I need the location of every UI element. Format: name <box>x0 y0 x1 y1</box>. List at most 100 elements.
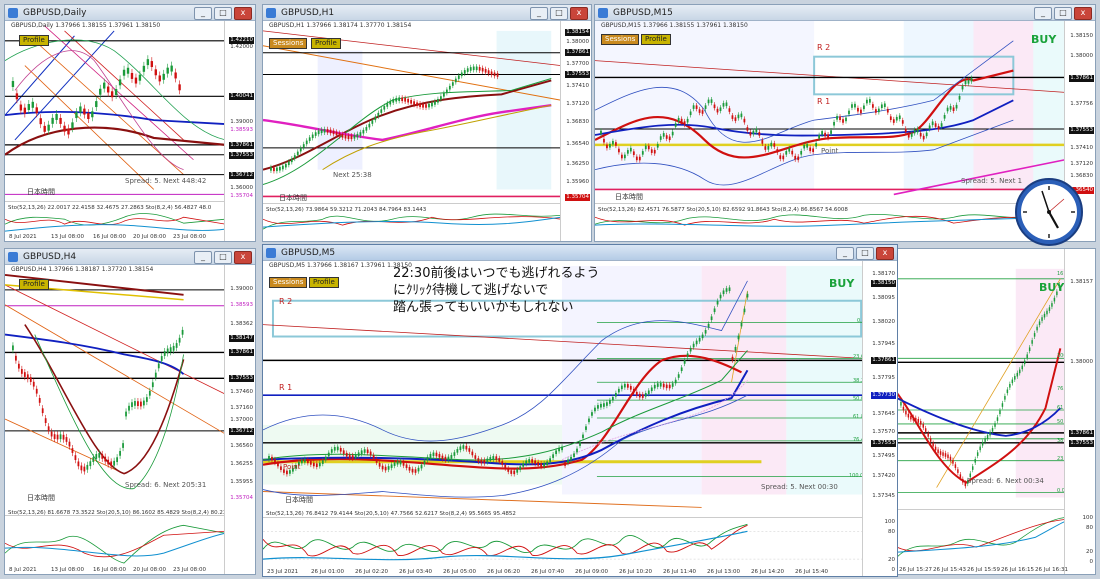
minimize-button[interactable]: _ <box>836 247 854 260</box>
price-axis[interactable]: 1.38170 1.38150 1.38095 1.38020 1.37945 … <box>862 261 897 576</box>
candle-body <box>95 454 98 459</box>
close-button[interactable]: x <box>876 247 894 260</box>
candle-body <box>740 113 743 118</box>
candle-body <box>128 405 130 411</box>
chart-canvas[interactable]: GBPUSD,Daily 1.37966 1.38155 1.37961 1.3… <box>5 21 255 241</box>
candle-body <box>312 462 315 467</box>
candle-body <box>991 428 994 432</box>
candle-body <box>12 345 14 351</box>
candle-body <box>722 103 725 107</box>
candle-body <box>134 401 136 406</box>
price-axis[interactable]: 1.38154 1.38000 1.37861 1.37700 1.37553 … <box>560 21 591 241</box>
price-axis[interactable]: 1.38157 1.38000 1.37861 1.37553 100 80 2… <box>1064 249 1095 574</box>
maximize-button[interactable]: □ <box>1054 7 1072 20</box>
candle-body <box>737 114 740 119</box>
minimize-button[interactable]: _ <box>194 7 212 20</box>
candle-body <box>359 132 362 136</box>
candle-body <box>800 150 803 155</box>
chart-window-m1[interactable]: BUY 161.8 100.0 76.4 61.8 50.0 38.2 23.6… <box>896 248 1096 575</box>
candle-body <box>342 450 345 454</box>
candle-body <box>137 401 139 407</box>
close-button[interactable]: x <box>234 7 252 20</box>
candle-body <box>984 438 986 442</box>
window-titlebar[interactable]: GBPUSD,M5 _ □ x <box>263 245 897 261</box>
candle-body <box>71 122 74 129</box>
maximize-button[interactable]: □ <box>214 251 232 264</box>
candle-body <box>148 390 151 396</box>
candle-body <box>528 459 531 463</box>
profile-tag[interactable]: Profile <box>19 279 49 290</box>
minimize-button[interactable]: _ <box>194 251 212 264</box>
candle-body <box>395 97 398 102</box>
minimize-button[interactable]: _ <box>530 7 548 20</box>
candle-body <box>767 146 770 150</box>
sessions-tag[interactable]: Sessions <box>269 38 308 49</box>
window-title: GBPUSD,M15 <box>613 8 673 18</box>
price-axis[interactable]: 1.39000 1.38593 1.38362 1.38147 1.37861 … <box>224 265 255 574</box>
symbol-info: GBPUSD,H1 1.37966 1.38174 1.37770 1.3815… <box>269 22 412 29</box>
candle-body <box>434 101 436 105</box>
candle-body <box>181 329 184 335</box>
price-axis[interactable]: 1.42210 1.42000 1.40041 1.39000 1.38593 … <box>224 21 255 241</box>
candle-body <box>686 353 689 358</box>
chart-canvas[interactable]: GBPUSD,H1 1.37966 1.38174 1.37770 1.3815… <box>263 21 591 241</box>
window-titlebar[interactable]: GBPUSD,M15 _ □ x <box>595 5 1095 21</box>
maximize-button[interactable]: □ <box>856 247 874 260</box>
candle-body <box>448 85 451 90</box>
candle-body <box>339 447 342 452</box>
candle-body <box>89 461 92 467</box>
candle-body <box>402 462 405 466</box>
maximize-button[interactable]: □ <box>550 7 568 20</box>
chart-canvas[interactable]: BUY 161.8 100.0 76.4 61.8 50.0 38.2 23.6… <box>897 249 1095 574</box>
candle-body <box>929 438 932 442</box>
time-axis: 8 Jul 2021 13 Jul 08:00 16 Jul 08:00 20 … <box>9 567 206 573</box>
candle-body <box>480 459 483 464</box>
candle-body <box>53 434 56 439</box>
candle-body <box>309 461 312 465</box>
price-level: 1.38157 <box>1069 279 1094 286</box>
sessions-tag[interactable]: Sessions <box>601 34 640 45</box>
clock-icon[interactable] <box>1014 177 1084 247</box>
candle-body <box>59 434 62 440</box>
profile-tag[interactable]: Profile <box>311 38 341 49</box>
chart-window-h1[interactable]: GBPUSD,H1 _ □ x GBPUSD,H1 1.37966 1.3817… <box>262 4 592 242</box>
close-button[interactable]: x <box>570 7 588 20</box>
candle-body <box>423 460 426 465</box>
candle-body <box>71 448 74 453</box>
candle-body <box>504 464 507 469</box>
candle-body <box>429 453 432 458</box>
profile-tag[interactable]: Profile <box>309 277 339 288</box>
candle-body <box>1048 307 1051 311</box>
price-level: 1.37861 <box>229 142 254 149</box>
sessions-tag[interactable]: Sessions <box>269 277 308 288</box>
price-level: 1.38020 <box>871 319 896 326</box>
close-button[interactable]: x <box>234 251 252 264</box>
price-level: 1.37120 <box>565 101 590 108</box>
window-titlebar[interactable]: GBPUSD,H1 _ □ x <box>263 5 591 21</box>
r2-label: R 2 <box>279 297 293 306</box>
close-button[interactable]: x <box>1074 7 1092 20</box>
candle-body <box>788 148 791 152</box>
chart-window-daily[interactable]: GBPUSD,Daily _ □ x GBPUSD,Daily 1.37966 … <box>4 4 256 242</box>
candle-body <box>665 384 668 389</box>
candle-body <box>386 103 389 107</box>
candle-body <box>668 384 671 389</box>
chart-window-m5[interactable]: GBPUSD,M5 _ □ x GBPUSD,M5 1.37966 1.3816… <box>262 244 898 577</box>
candle-body <box>390 464 393 468</box>
candle-body <box>942 452 944 456</box>
maximize-button[interactable]: □ <box>214 7 232 20</box>
profile-tag[interactable]: Profile <box>19 35 49 46</box>
candle-body <box>287 161 290 166</box>
window-titlebar[interactable]: GBPUSD,Daily _ □ x <box>5 5 255 21</box>
candle-body <box>98 452 101 458</box>
chart-canvas[interactable]: GBPUSD,H4 1.37966 1.38187 1.37720 1.3815… <box>5 265 255 574</box>
candle-body <box>405 464 408 469</box>
candle-body <box>662 133 665 137</box>
candle-body <box>1014 376 1016 380</box>
chart-window-h4[interactable]: GBPUSD,H4 _ □ x GBPUSD,H4 1.37966 1.3818… <box>4 248 256 575</box>
minimize-button[interactable]: _ <box>1034 7 1052 20</box>
window-titlebar[interactable]: GBPUSD,H4 _ □ x <box>5 249 255 265</box>
price-level: 1.37160 <box>229 405 254 412</box>
profile-tag[interactable]: Profile <box>641 34 671 45</box>
candle-body <box>917 419 920 423</box>
